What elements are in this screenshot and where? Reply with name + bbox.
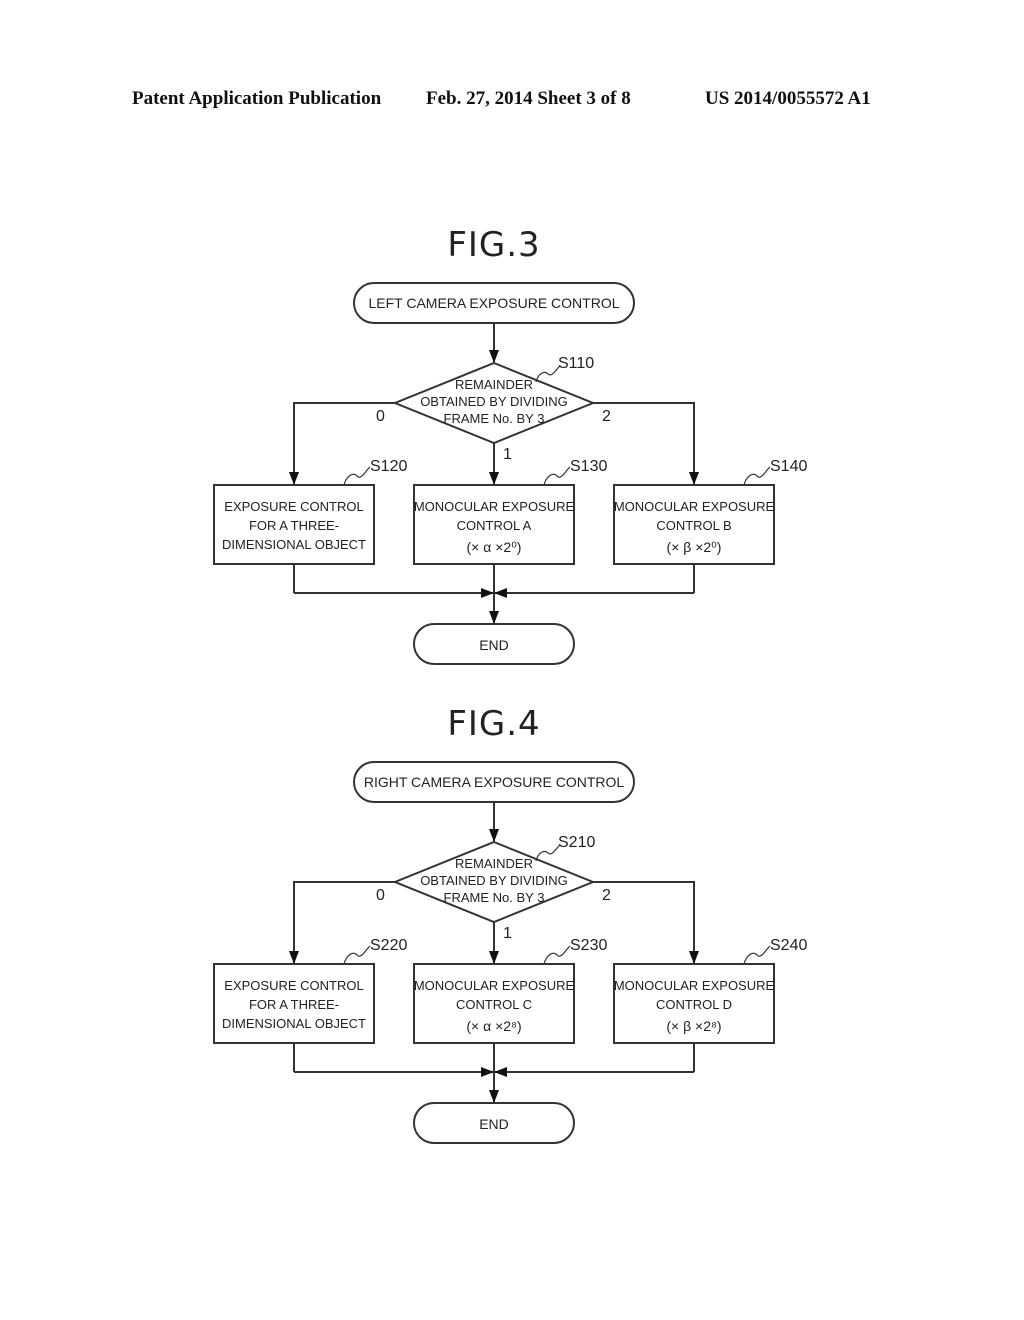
arrowhead-icon bbox=[489, 1090, 499, 1103]
step-label: S120 bbox=[370, 458, 407, 475]
branch-label: 0 bbox=[376, 887, 385, 904]
process-text-line: FOR A THREE- bbox=[249, 997, 339, 1012]
process-text-line: MONOCULAR EXPOSURE bbox=[414, 499, 575, 514]
arrowhead-icon bbox=[289, 951, 299, 964]
process-text-line: CONTROL A bbox=[457, 518, 532, 533]
step-label: S220 bbox=[370, 937, 407, 954]
process-text-line: (× β ×2⁸) bbox=[666, 1018, 721, 1034]
step-leader-line bbox=[543, 945, 571, 965]
arrowhead-icon bbox=[689, 951, 699, 964]
process-text-line: DIMENSIONAL OBJECT bbox=[222, 537, 366, 552]
start-terminal-label: LEFT CAMERA EXPOSURE CONTROL bbox=[368, 295, 619, 311]
figure-4: FIG.4 RIGHT CAMERA EXPOSURE CONTROL REMAIN… bbox=[213, 704, 807, 1144]
figure-title: FIG.3 bbox=[447, 225, 540, 265]
process-text-line: MONOCULAR EXPOSURE bbox=[614, 978, 775, 993]
arrowhead-icon bbox=[481, 1067, 494, 1077]
decision-text-line: FRAME No. BY 3 bbox=[444, 411, 545, 426]
step-label: S110 bbox=[558, 355, 594, 372]
figure-title: FIG.4 bbox=[447, 704, 540, 744]
arrowhead-icon bbox=[489, 611, 499, 624]
step-leader-line bbox=[543, 466, 571, 486]
process-text-line: (× α ×2⁰) bbox=[467, 539, 522, 555]
process-text-line: MONOCULAR EXPOSURE bbox=[414, 978, 575, 993]
step-label: S230 bbox=[570, 937, 607, 954]
step-label: S240 bbox=[770, 937, 807, 954]
step-label: S210 bbox=[558, 834, 595, 851]
process-text-line: EXPOSURE CONTROL bbox=[224, 499, 363, 514]
branch-label: 1 bbox=[503, 446, 512, 463]
branch-label: 0 bbox=[376, 408, 385, 425]
step-leader-line bbox=[743, 466, 771, 486]
arrowhead-icon bbox=[489, 951, 499, 964]
step-leader-line bbox=[343, 466, 371, 486]
arrowhead-icon bbox=[494, 588, 507, 598]
step-leader-line bbox=[535, 365, 561, 383]
step-leader-line bbox=[743, 945, 771, 965]
end-terminal-label: END bbox=[479, 637, 509, 653]
process-text-line: MONOCULAR EXPOSURE bbox=[614, 499, 775, 514]
process-text-line: (× β ×2⁰) bbox=[667, 539, 722, 555]
step-leader-line bbox=[343, 945, 371, 965]
decision-text-line: REMAINDER bbox=[455, 377, 533, 392]
decision-text-line: REMAINDER bbox=[455, 856, 533, 871]
process-text-line: DIMENSIONAL OBJECT bbox=[222, 1016, 366, 1031]
branch-label: 2 bbox=[602, 408, 611, 425]
process-text-line: FOR A THREE- bbox=[249, 518, 339, 533]
arrowhead-icon bbox=[489, 350, 499, 363]
arrowhead-icon bbox=[481, 588, 494, 598]
end-terminal-label: END bbox=[479, 1116, 509, 1132]
start-terminal-label: RIGHT CAMERA EXPOSURE CONTROL bbox=[364, 774, 625, 790]
process-text-line: (× α ×2⁸) bbox=[466, 1018, 521, 1034]
arrowhead-icon bbox=[689, 472, 699, 485]
step-label: S140 bbox=[770, 458, 807, 475]
figure-3: FIG.3 LEFT CAMERA EXPOSURE CONTROL REMAIND… bbox=[213, 225, 807, 665]
arrowhead-icon bbox=[289, 472, 299, 485]
decision-text-line: OBTAINED BY DIVIDING bbox=[420, 394, 568, 409]
branch-label: 2 bbox=[602, 887, 611, 904]
arrowhead-icon bbox=[494, 1067, 507, 1077]
step-leader-line bbox=[535, 844, 561, 862]
process-text-line: CONTROL C bbox=[456, 997, 532, 1012]
process-text-line: CONTROL B bbox=[656, 518, 731, 533]
decision-text-line: FRAME No. BY 3 bbox=[444, 890, 545, 905]
arrowhead-icon bbox=[489, 472, 499, 485]
process-text-line: CONTROL D bbox=[656, 997, 732, 1012]
step-label: S130 bbox=[570, 458, 607, 475]
arrowhead-icon bbox=[489, 829, 499, 842]
process-text-line: EXPOSURE CONTROL bbox=[224, 978, 363, 993]
decision-text-line: OBTAINED BY DIVIDING bbox=[420, 873, 568, 888]
branch-label: 1 bbox=[503, 925, 512, 942]
flowchart-canvas: FIG.3 LEFT CAMERA EXPOSURE CONTROL REMAIND… bbox=[213, 225, 807, 1144]
